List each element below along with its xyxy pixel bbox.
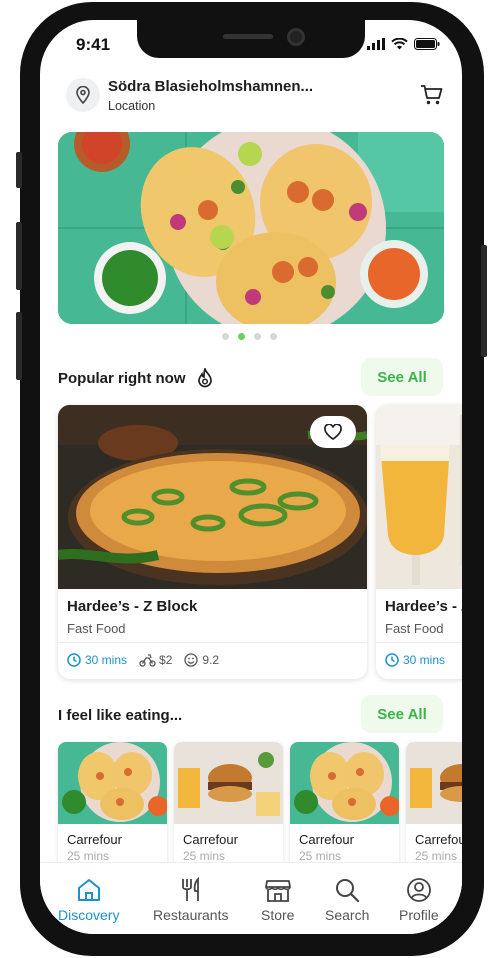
tacos-image [58, 132, 444, 324]
rating: 9.2 [202, 653, 220, 667]
signal-icon [367, 38, 385, 50]
delivery-fee: $2 [159, 653, 173, 667]
restaurant-card[interactable]: Hardee’s - Z Block Fast Food 30 mins $2 … [58, 405, 367, 679]
promo-banner[interactable] [58, 132, 444, 324]
popular-see-all-button[interactable]: See All [361, 358, 443, 396]
banner-pagination [222, 333, 277, 340]
search-icon [336, 879, 360, 903]
restaurant-category: Fast Food [67, 621, 126, 636]
card-divider [376, 642, 462, 643]
wifi-icon [391, 38, 408, 50]
page-dot-2[interactable] [238, 333, 245, 340]
store-time: 25 mins [415, 849, 458, 863]
nav-discovery[interactable]: Discovery [58, 877, 119, 923]
status-time: 9:41 [76, 35, 111, 54]
page-dot-1[interactable] [222, 333, 229, 340]
nav-label: Discovery [58, 907, 120, 923]
store-time: 25 mins [183, 849, 226, 863]
bottom-nav: Discovery Restaurants Store Search Profi… [40, 862, 462, 934]
fork-knife-icon [181, 877, 199, 901]
store-name: Carrefour [415, 832, 462, 847]
store-time: 25 mins [67, 849, 110, 863]
nav-label: Store [261, 907, 295, 923]
location-pin-icon [76, 86, 90, 104]
store-name: Carrefour [67, 832, 122, 847]
restaurant-name: Hardee’s - Z Block [385, 598, 462, 615]
delivery-time: 30 mins [403, 653, 446, 667]
card-divider [58, 642, 367, 643]
burger-thumbnail [174, 742, 283, 824]
favorite-button[interactable] [310, 416, 356, 448]
tacos-thumbnail [58, 742, 167, 824]
nav-profile[interactable]: Profile [399, 877, 439, 923]
delivery-time: 30 mins [85, 653, 128, 667]
nav-label: Search [325, 907, 370, 923]
restaurant-card[interactable]: Hardee’s - Z Block Fast Food 30 mins [376, 405, 462, 679]
cart-button[interactable] [420, 84, 444, 111]
restaurant-category: Fast Food [385, 621, 444, 636]
notch [137, 20, 365, 58]
cart-icon [421, 85, 443, 105]
location-pin-button[interactable] [66, 78, 100, 112]
popular-title: Popular right now [58, 370, 186, 387]
app-screen: 9:41 Södra Blasieholmshamnen... Location [40, 20, 462, 934]
fire-icon [198, 368, 212, 388]
restaurant-name: Hardee’s - Z Block [67, 598, 198, 615]
store-icon [264, 880, 291, 902]
store-time: 25 mins [299, 849, 342, 863]
beer-image [376, 405, 462, 589]
burger-thumbnail [406, 742, 462, 824]
nav-restaurants[interactable]: Restaurants [153, 877, 228, 923]
clock-icon [67, 653, 81, 667]
nav-store[interactable]: Store [261, 877, 294, 923]
volume-up-button [16, 222, 22, 290]
nav-label: Profile [399, 907, 439, 923]
location-name[interactable]: Södra Blasieholmshamnen... [108, 78, 313, 95]
restaurant-meta: 30 mins [385, 653, 445, 667]
profile-icon [406, 878, 431, 902]
heart-icon [324, 424, 342, 440]
store-name: Carrefour [299, 832, 354, 847]
home-icon [77, 879, 100, 901]
nav-label: Restaurants [153, 907, 229, 923]
page-dot-4[interactable] [270, 333, 277, 340]
page-dot-3[interactable] [254, 333, 261, 340]
status-icons [367, 38, 440, 50]
clock-icon [385, 653, 399, 667]
restaurant-meta: 30 mins $2 9.2 [67, 653, 219, 667]
mute-switch [16, 152, 22, 188]
nav-search[interactable]: Search [325, 877, 369, 923]
store-name: Carrefour [183, 832, 238, 847]
battery-icon [414, 38, 440, 50]
scooter-icon [139, 654, 156, 667]
eating-title: I feel like eating... [58, 707, 183, 724]
power-button [481, 245, 487, 357]
eating-see-all-button[interactable]: See All [361, 695, 443, 733]
smile-icon [184, 653, 199, 667]
volume-down-button [16, 312, 22, 380]
location-label: Location [108, 99, 156, 113]
tacos-thumbnail [290, 742, 399, 824]
